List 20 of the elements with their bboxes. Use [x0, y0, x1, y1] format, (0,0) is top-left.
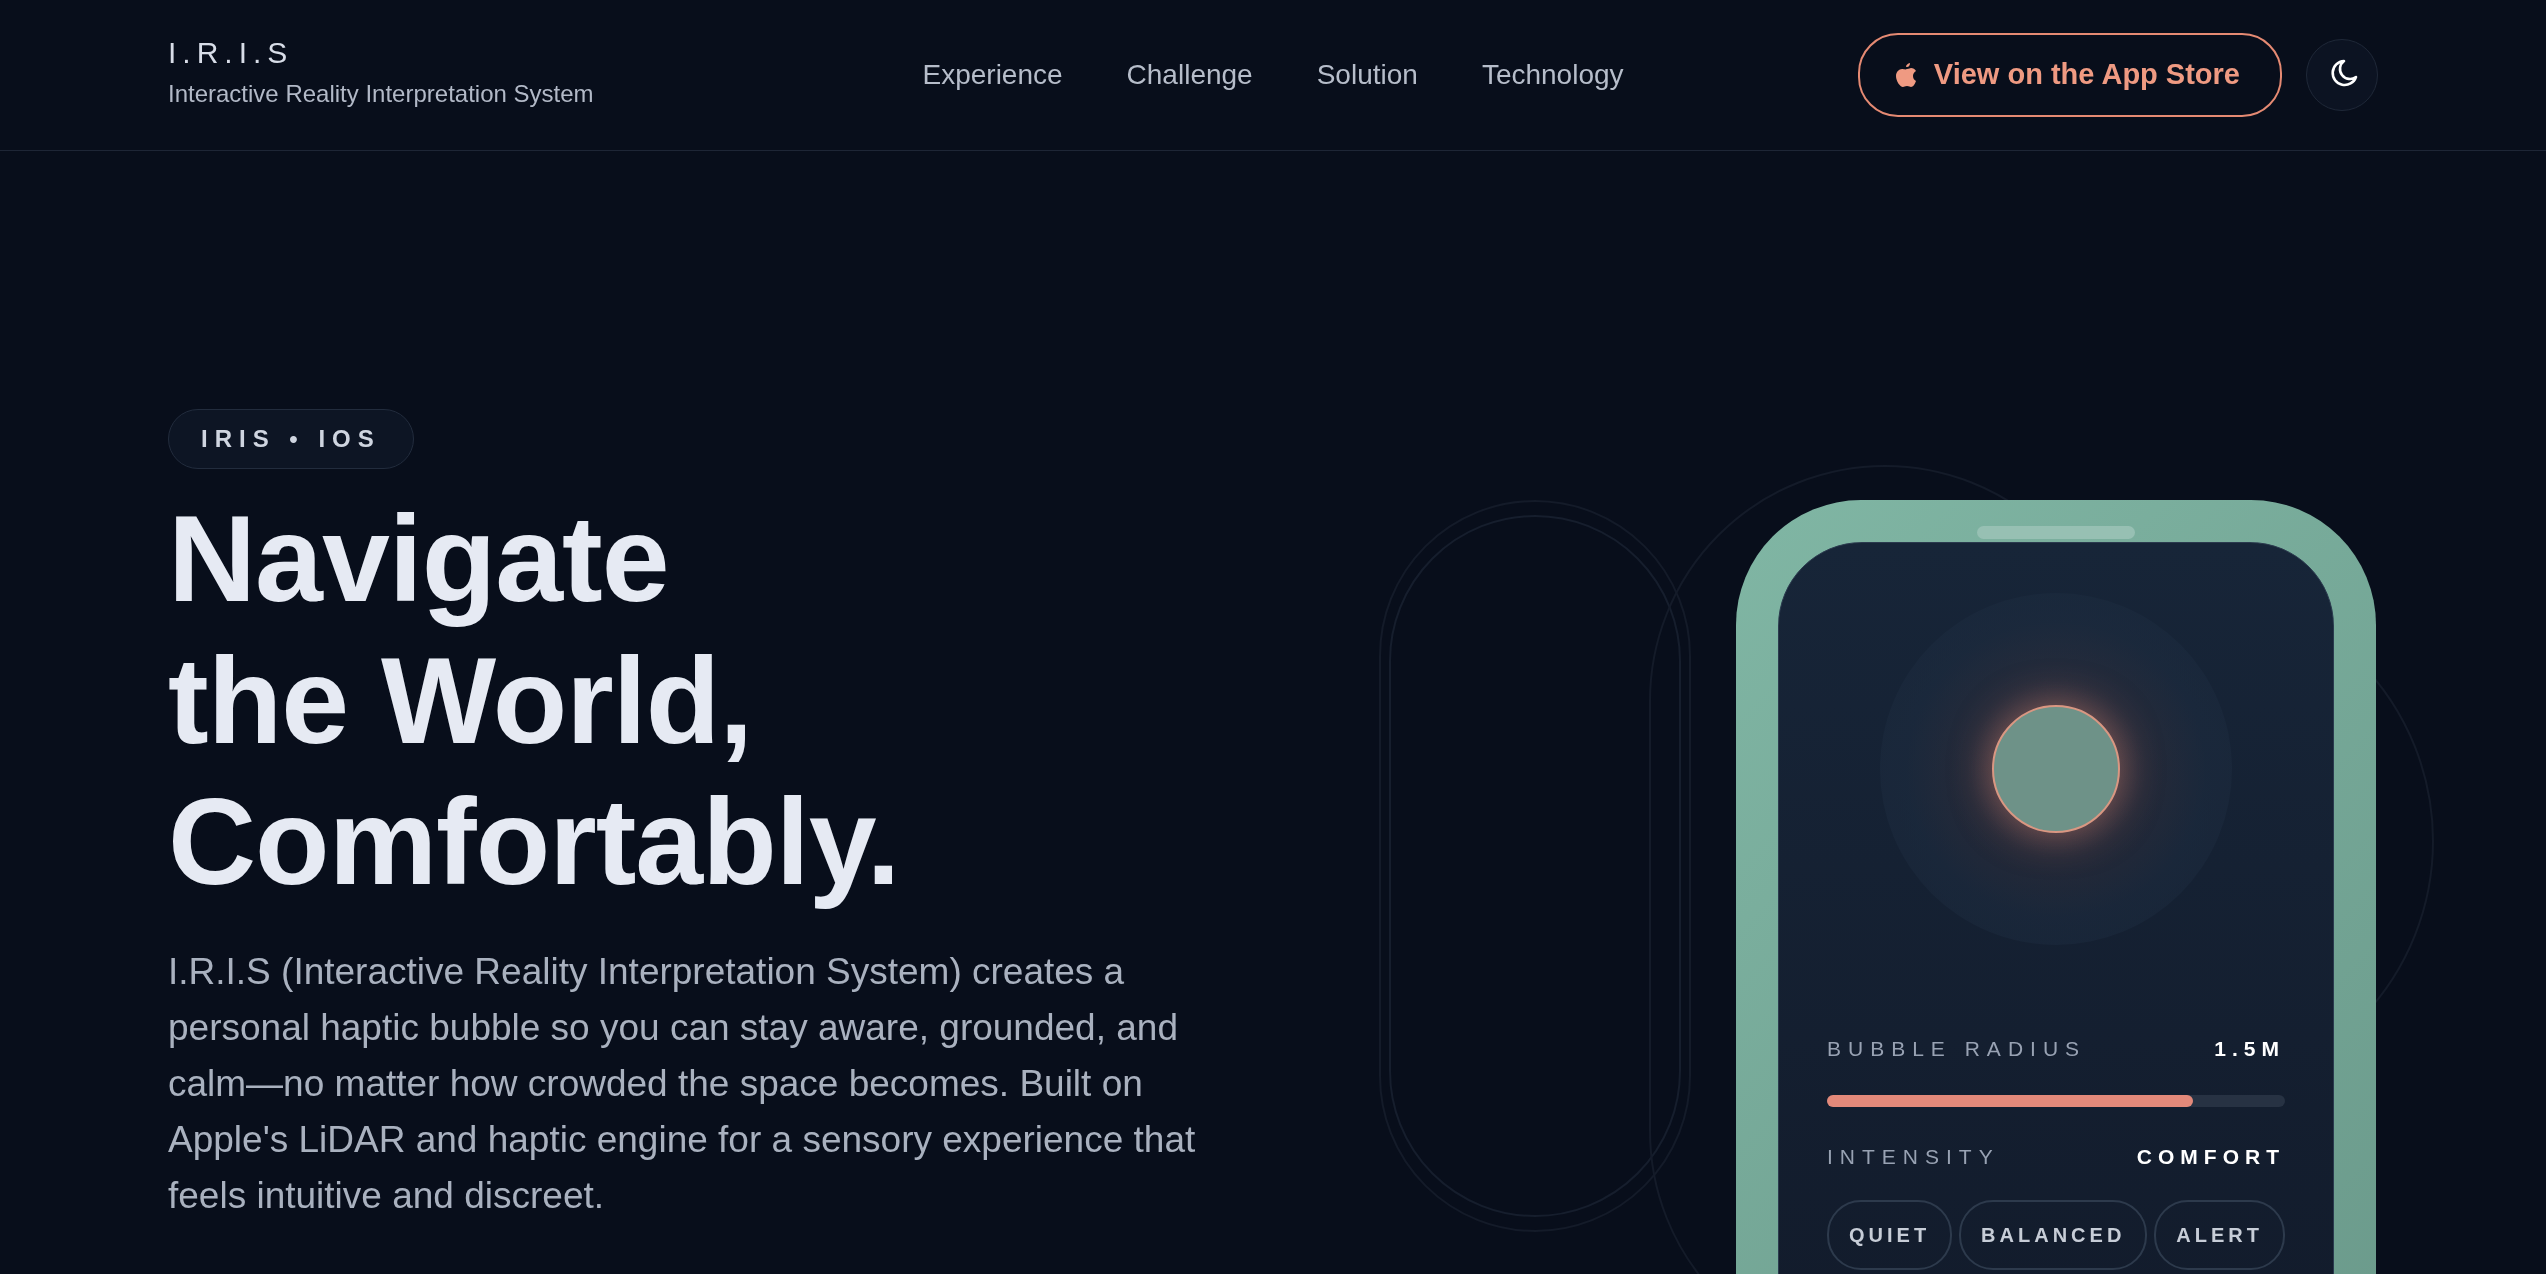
radius-slider-track[interactable] [1827, 1094, 2285, 1107]
intensity-label: INTENSITY [1827, 1143, 2000, 1170]
mode-chip[interactable]: BALANCED [1959, 1200, 2148, 1270]
hero-description: I.R.I.S (Interactive Reality Interpretation System) creates a personal haptic bubble so you can stay aware, grounded, and calm—no matter how crowded the space becomes. Built on Apple's LiDAR and haptic engine for a sensory experience that feels intuitive and discreet. [168, 949, 1197, 1218]
apple-icon [1895, 63, 1916, 87]
radius-slider-fill[interactable] [1827, 1094, 2194, 1107]
hero-heading: Navigate the World, Comfortably. [168, 490, 901, 913]
radius-value: 1.5M [2214, 1036, 2285, 1062]
radius-label: BUBBLE RADIUS [1827, 1036, 2087, 1062]
mode-chip[interactable]: ALERT [2154, 1200, 2285, 1270]
app-store-button[interactable]: View on the App Store [1857, 33, 2282, 117]
intensity-value: COMFORT [2136, 1143, 2285, 1170]
nav-link[interactable]: Solution [1316, 54, 1418, 96]
tagline: Interactive Reality Interpretation System [168, 79, 595, 109]
nav-link[interactable]: Technology [1481, 54, 1624, 96]
nav-link[interactable]: Experience [922, 54, 1063, 96]
nav-link[interactable]: Challenge [1126, 54, 1253, 96]
logo-text[interactable]: I.R.I.S [168, 38, 923, 68]
tag-badge: IRIS • IOS [168, 409, 414, 469]
mode-chip[interactable]: QUIET [1827, 1200, 1953, 1270]
